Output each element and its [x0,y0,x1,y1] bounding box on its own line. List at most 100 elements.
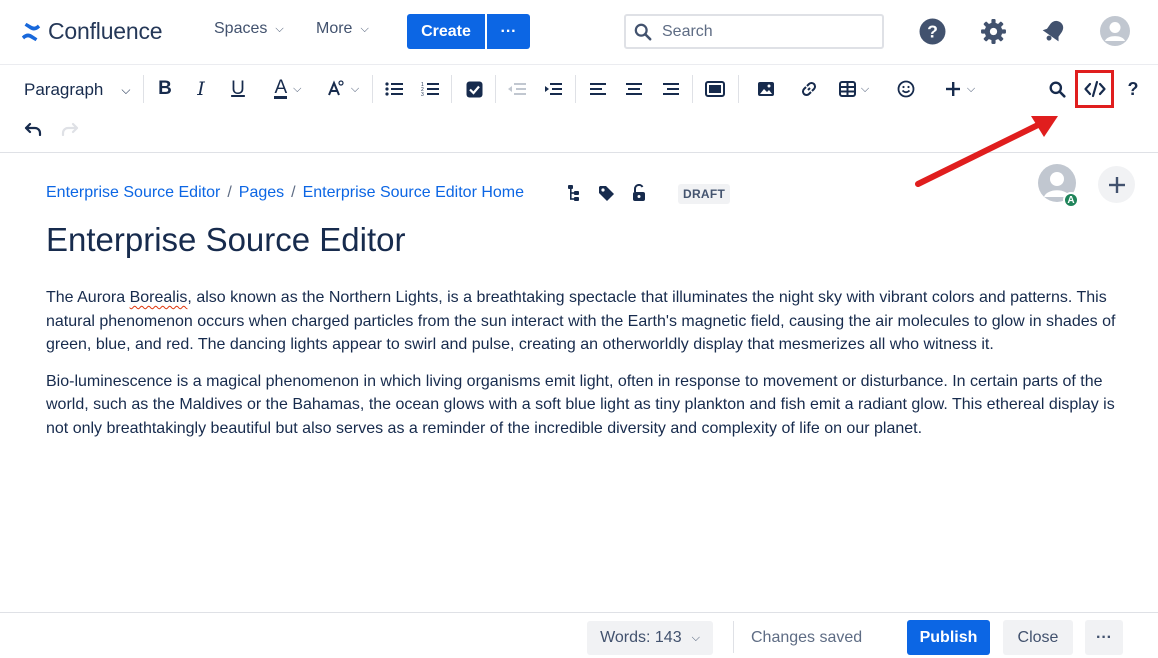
italic-button[interactable]: I [188,75,214,103]
publish-button[interactable]: Publish [907,620,990,655]
clear-format-icon [327,80,344,96]
table-icon [838,81,856,97]
more-actions-button[interactable]: ··· [1085,620,1123,655]
toolbar-divider [692,75,693,103]
save-status: Changes saved [751,629,863,646]
outdent-button[interactable] [504,75,530,103]
search-placeholder: Search [662,22,713,40]
chevron-down-icon: ⌵ [360,22,369,35]
spaces-label: Spaces [214,20,268,37]
misspelled-word[interactable]: Borealis [130,289,188,306]
avatar-badge: A [1063,192,1079,208]
insert-more-dropdown[interactable]: ⌵ [940,75,980,103]
create-more-button[interactable]: ··· [487,14,530,49]
close-button[interactable]: Close [1003,620,1073,655]
numbered-list-button[interactable]: 1 2 3 [417,75,443,103]
layouts-button[interactable] [702,75,728,103]
bold-button[interactable]: B [152,75,178,103]
underline-button[interactable]: U [225,75,251,103]
page-title[interactable]: Enterprise Source Editor [46,221,406,259]
gear-icon [980,18,1006,44]
toolbar-divider [495,75,496,103]
bullet-list-button[interactable] [381,75,407,103]
search-icon [1049,81,1066,98]
task-list-button[interactable] [461,75,487,103]
breadcrumb-separator: / [227,184,232,201]
more-formatting-dropdown[interactable]: ⌵ [320,75,364,103]
checkbox-icon [466,81,482,97]
editor-toolbar: Paragraph ⌵ B I U A ⌵ ⌵ 1 2 3 ⌵ ⌵ ? [0,64,1158,153]
help-button[interactable]: ? [917,16,947,46]
redo-button[interactable] [57,116,83,142]
notifications-button[interactable] [1039,16,1069,46]
undo-button[interactable] [20,116,46,142]
confluence-logo[interactable]: Confluence [20,18,163,45]
code-icon [1083,80,1106,98]
plus-icon [1108,176,1125,193]
breadcrumb-link[interactable]: Pages [239,184,284,202]
link-icon [801,81,817,97]
settings-button[interactable] [978,16,1008,46]
redo-icon [61,122,79,136]
text-color-dropdown[interactable]: A ⌵ [266,75,310,103]
insert-image-button[interactable] [753,75,779,103]
text-color-icon: A [274,77,288,99]
chevron-down-icon: ⌵ [275,22,284,35]
align-left-button[interactable] [585,75,611,103]
paragraph-label: Paragraph [24,80,104,99]
paragraph-style-dropdown[interactable]: Paragraph ⌵ [16,75,136,105]
insert-link-button[interactable] [796,75,822,103]
layout-icon [705,81,725,97]
breadcrumb-link[interactable]: Enterprise Source Editor Home [303,184,524,202]
page-tree-icon[interactable] [566,184,582,202]
editor-footer: Words: 143 ⌵ Changes saved Publish Close… [0,612,1158,658]
chevron-down-icon: ⌵ [966,82,976,95]
align-right-icon [663,83,679,95]
align-right-button[interactable] [658,75,684,103]
unlock-icon[interactable] [631,184,647,202]
chevron-down-icon: ⌵ [691,631,700,644]
align-left-icon [590,83,606,95]
bullet-list-icon [385,82,403,96]
emoji-button[interactable] [893,75,919,103]
chevron-down-icon: ⌵ [860,82,870,95]
indent-button[interactable] [540,75,566,103]
profile-avatar[interactable] [1100,16,1130,46]
page-body[interactable]: The Aurora Borealis, also known as the N… [46,286,1116,453]
svg-text:?: ? [927,21,938,41]
add-collaborator-button[interactable] [1098,166,1135,203]
indent-icon [545,83,562,95]
confluence-logo-icon [21,22,41,41]
word-count-dropdown[interactable]: Words: 143 ⌵ [587,621,713,655]
breadcrumb: Enterprise Source Editor / Pages / Enter… [46,184,524,202]
spaces-menu[interactable]: Spaces ⌵ [214,20,284,38]
create-button[interactable]: Create [407,14,485,49]
footer-divider [733,621,734,653]
more-label: More [316,20,353,37]
numbered-list-icon: 1 2 3 [421,82,439,97]
toolbar-divider [451,75,452,103]
search-icon [634,23,652,40]
chevron-down-icon: ⌵ [121,82,131,97]
breadcrumb-link[interactable]: Enterprise Source Editor [46,184,220,202]
label-icon[interactable] [598,185,615,202]
body-paragraph[interactable]: Bio-luminescence is a magical phenomenon… [46,370,1116,441]
search-input[interactable]: Search [624,14,884,49]
app-name: Confluence [48,18,163,44]
emoji-icon [897,80,915,98]
toolbar-divider [738,75,739,103]
svg-text:3: 3 [421,92,424,97]
find-replace-button[interactable] [1044,75,1070,103]
word-count-label: Words: 143 [600,629,682,646]
undo-icon [24,122,42,136]
more-menu[interactable]: More ⌵ [316,20,369,38]
paragraph-text: The Aurora [46,289,130,306]
paragraph-text: , also known as the Northern Lights, is … [46,289,1116,353]
body-paragraph[interactable]: The Aurora Borealis, also known as the N… [46,286,1116,357]
chevron-down-icon: ⌵ [293,82,302,95]
source-editor-button[interactable] [1075,70,1114,108]
breadcrumb-separator: / [291,184,296,201]
editor-help-button[interactable]: ? [1120,75,1146,103]
align-center-button[interactable] [621,75,647,103]
insert-table-dropdown[interactable]: ⌵ [834,75,874,103]
